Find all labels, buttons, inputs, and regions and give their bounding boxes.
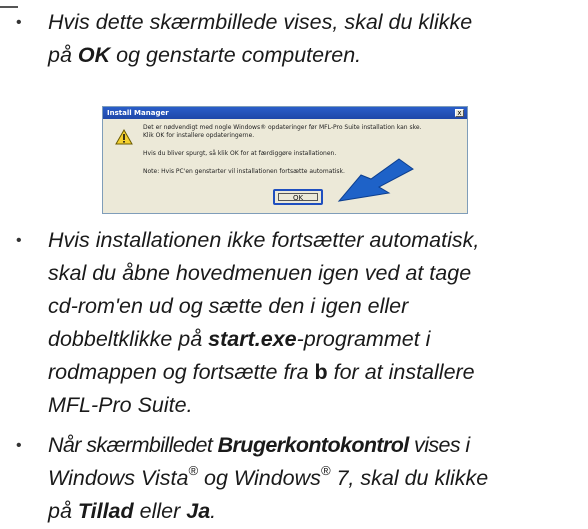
text-line: Hvis installationen ikke fortsætter auto… bbox=[48, 228, 480, 252]
bullet-text: Hvis dette skærmbillede vises, skal du k… bbox=[48, 6, 578, 72]
step-b-marker: b bbox=[314, 360, 328, 384]
registered-mark: ® bbox=[188, 462, 199, 478]
text-line: rodmappen og fortsætte fra b for at inst… bbox=[48, 356, 578, 389]
text-segment: Windows Vista bbox=[48, 466, 189, 490]
dialog-message-line: Note: Hvis PC'en genstarter vil installa… bbox=[143, 168, 345, 175]
text-segment: Når skærmbilledet bbox=[48, 433, 218, 457]
close-icon: x bbox=[455, 109, 464, 117]
text-segment: rodmappen og fortsætte fra bbox=[48, 360, 315, 384]
text-segment: . bbox=[210, 499, 217, 523]
text-segment: på bbox=[48, 499, 78, 523]
dialog-message-line: Klik OK for installere opdateringerne. bbox=[143, 132, 255, 139]
arrow-icon bbox=[337, 158, 414, 202]
dialog-title: Install Manager bbox=[107, 109, 169, 117]
text-line: cd-rom'en ud og sætte den i igen eller bbox=[48, 294, 409, 318]
text-line: skal du åbne hovedmenuen igen ved at tag… bbox=[48, 261, 472, 285]
install-manager-dialog-screenshot: Install Manager x Det er nødvendigt med … bbox=[102, 106, 468, 214]
ok-button[interactable]: OK bbox=[273, 189, 323, 205]
text-segment: og genstarte computeren. bbox=[110, 43, 362, 67]
text-segment: og Windows bbox=[198, 466, 321, 490]
ok-keyword: OK bbox=[77, 43, 111, 67]
text-segment: på bbox=[48, 43, 78, 67]
bullet-dot: • bbox=[16, 14, 22, 31]
warning-icon bbox=[115, 129, 133, 145]
bullet-text: Hvis installationen ikke fortsætter auto… bbox=[48, 224, 578, 422]
bullet-dot: • bbox=[16, 232, 22, 249]
user-account-control-keyword: Brugerkontokontrol bbox=[217, 433, 410, 457]
text-segment: eller bbox=[133, 499, 187, 523]
text-line: på OK og genstarte computeren. bbox=[48, 39, 578, 72]
dialog-message-line: Hvis du bliver spurgt, så klik OK for at… bbox=[143, 150, 337, 157]
text-segment: vises i bbox=[408, 433, 470, 457]
registered-mark: ® bbox=[320, 462, 331, 478]
bullet-dot: • bbox=[16, 437, 22, 454]
text-line: Når skærmbilledet Brugerkontokontrol vis… bbox=[48, 429, 578, 462]
text-segment: for at installere bbox=[327, 360, 475, 384]
text-line: Windows Vista® og Windows® 7, skal du kl… bbox=[48, 462, 578, 495]
text-segment: -programmet i bbox=[296, 327, 431, 351]
text-segment: 7, skal du klikke bbox=[330, 466, 489, 490]
bullet-text: Når skærmbilledet Brugerkontokontrol vis… bbox=[48, 429, 578, 528]
yes-keyword: Ja bbox=[186, 499, 211, 523]
text-line: MFL-Pro Suite. bbox=[48, 393, 193, 417]
dialog-titlebar: Install Manager x bbox=[103, 107, 467, 119]
text-line: dobbeltklikke på start.exe-programmet i bbox=[48, 323, 578, 356]
text-line: på Tillad eller Ja. bbox=[48, 495, 578, 528]
ok-button-label: OK bbox=[278, 193, 318, 202]
text-line: Hvis dette skærmbillede vises, skal du k… bbox=[48, 10, 473, 34]
allow-keyword: Tillad bbox=[77, 499, 134, 523]
text-segment: dobbeltklikke på bbox=[48, 327, 209, 351]
dialog-message-line: Det er nødvendigt med nogle Windows® opd… bbox=[143, 124, 422, 131]
start-exe-keyword: start.exe bbox=[208, 327, 297, 351]
